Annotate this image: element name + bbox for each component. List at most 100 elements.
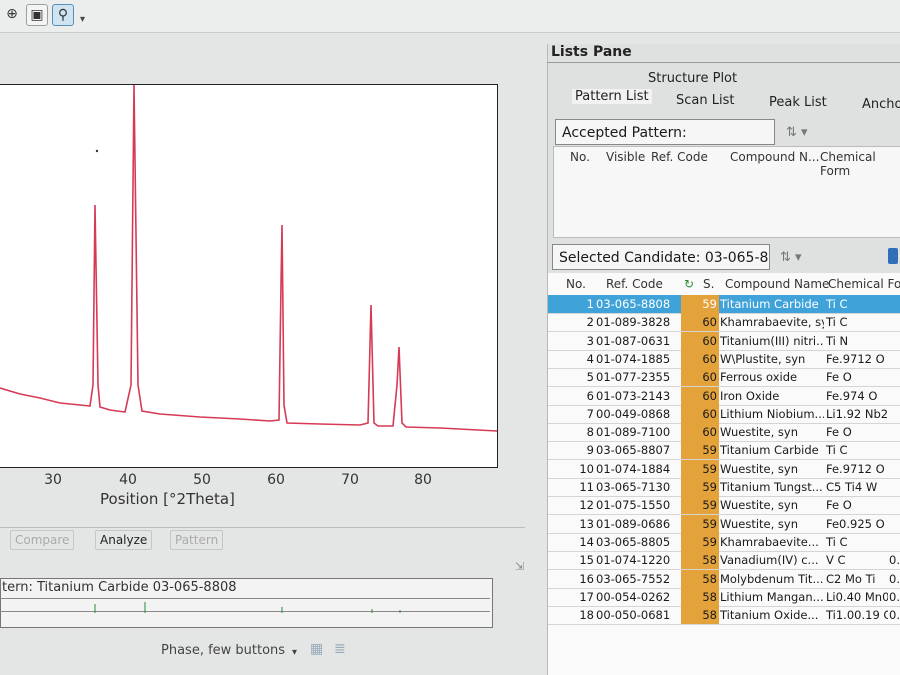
cell-no: 3 xyxy=(586,333,594,348)
diffraction-plot xyxy=(0,84,498,468)
cell-compound-name: Wuestite, syn xyxy=(720,498,799,513)
table-row[interactable]: 2 01-089-3828 60 Khamrabaevite, sy Ti C xyxy=(548,313,900,333)
list-icon[interactable]: ≣ xyxy=(334,641,346,657)
table-row[interactable]: 15 01-074-1220 58 Vanadium(IV) c... V C 0. xyxy=(548,551,900,571)
tab-structure-plot[interactable]: Structure Plot xyxy=(648,71,737,86)
cell-no: 15 xyxy=(579,553,594,568)
cell-score: 59 xyxy=(681,532,719,551)
col-chemical-formula[interactable]: Chemical Form xyxy=(820,150,900,178)
col-visible[interactable]: Visible xyxy=(606,150,645,164)
cell-chemical-formula: Ti1.00.19 C... xyxy=(826,608,888,623)
zoom-icon[interactable]: ⚲ xyxy=(52,4,74,26)
cell-no: 8 xyxy=(586,425,594,440)
chevron-down-icon[interactable]: ▾ xyxy=(80,14,85,25)
col-no[interactable]: No. xyxy=(570,150,590,164)
sort-icon[interactable]: ⇅ ▾ xyxy=(780,250,802,265)
cell-chemical-formula: Fe.9712 O xyxy=(826,461,885,476)
cell-chemical-formula: C5 Ti4 W xyxy=(826,480,878,494)
cell-compound-name: Lithium Mangan... xyxy=(720,589,824,604)
cell-compound-name: Vanadium(IV) c... xyxy=(720,553,819,568)
cell-compound-name: Titanium Carbide xyxy=(720,443,819,458)
cell-score: 59 xyxy=(681,295,719,313)
cell-no: 7 xyxy=(586,406,594,421)
table-row[interactable]: 11 03-065-7130 59 Titanium Tungst... C5 Ti4 … xyxy=(548,478,900,497)
cell-score: 59 xyxy=(681,441,719,460)
pattern-sticks xyxy=(94,602,401,613)
grid-icon[interactable]: ▦ xyxy=(310,641,323,657)
cell-chemical-formula: Li0.40 Mn0... xyxy=(826,589,888,604)
tab-pattern[interactable]: Pattern xyxy=(170,530,224,550)
table-row[interactable]: 9 03-065-8807 59 Titanium Carbide Ti C xyxy=(548,441,900,461)
cell-ref-code: 01-087-0631 xyxy=(596,333,671,348)
table-row[interactable]: 5 01-077-2355 60 Ferrous oxide Fe O xyxy=(548,368,900,388)
table-row[interactable]: 7 00-049-0868 60 Lithium Niobium... Li1.92 N… xyxy=(548,404,900,424)
pattern-label: tern: Titanium Carbide 03-065-8808 xyxy=(2,580,237,595)
cell-chemical-formula: Ti N xyxy=(826,333,849,348)
cell-chemical-formula: C2 Mo Ti xyxy=(826,571,876,586)
cell-ref-code: 01-074-1885 xyxy=(596,351,671,366)
window-icon[interactable]: ▣ xyxy=(26,4,48,26)
col-ref-code[interactable]: Ref. Code xyxy=(606,277,663,291)
table-row[interactable]: 14 03-065-8805 59 Khamrabaevite... Ti C xyxy=(548,532,900,552)
tab-analyze[interactable]: Analyze xyxy=(95,530,153,550)
cell-compound-name: Khamrabaevite... xyxy=(720,534,819,549)
table-row[interactable]: 3 01-087-0631 60 Titanium(III) nitri... Ti N xyxy=(548,331,900,351)
phase-buttons-label[interactable]: Phase, few buttons xyxy=(161,643,285,658)
cell-ref-code: 00-050-0681 xyxy=(596,608,671,623)
cell-no: 14 xyxy=(579,534,594,549)
tab-peak-list[interactable]: Peak List xyxy=(769,95,827,110)
col-compound[interactable]: Compound N... xyxy=(730,150,819,164)
cell-compound-name: Titanium Oxide... xyxy=(720,608,819,623)
selected-candidate-header: Selected Candidate: 03-065-880 xyxy=(552,244,770,270)
cell-extra xyxy=(889,423,900,441)
table-row[interactable]: 4 01-074-1885 60 W\Plustite, syn Fe.9712 O xyxy=(548,349,900,369)
cell-extra xyxy=(889,313,900,331)
table-row[interactable]: 18 00-050-0681 58 Titanium Oxide... Ti1.00.1… xyxy=(548,606,900,626)
col-chemical-formula[interactable]: Chemical Fo. xyxy=(828,277,900,291)
table-row[interactable]: 6 01-073-2143 60 Iron Oxide Fe.974 O xyxy=(548,386,900,406)
cell-extra xyxy=(889,368,900,386)
col-compound-name[interactable]: Compound Name xyxy=(725,277,829,291)
cell-extra xyxy=(889,515,900,533)
tab-scan-list[interactable]: Scan List xyxy=(676,93,734,108)
table-row[interactable]: 16 03-065-7552 58 Molybdenum Tit... C2 Mo Ti… xyxy=(548,569,900,589)
tab-pattern-list[interactable]: Pattern List xyxy=(572,89,652,104)
tab-compare[interactable]: Compare xyxy=(10,530,75,550)
cell-score: 59 xyxy=(681,496,719,515)
cell-score: 59 xyxy=(681,459,719,478)
x-axis-label: Position [°2Theta] xyxy=(100,490,235,508)
cell-score: 60 xyxy=(681,368,719,387)
table-row[interactable]: 1 03-065-8808 59 Titanium Carbide Ti C xyxy=(548,295,900,314)
cell-no: 18 xyxy=(579,608,594,623)
sort-icon[interactable]: ⇅ ▾ xyxy=(786,125,808,140)
table-row[interactable]: 13 01-089-0686 59 Wuestite, syn Fe0.925 O xyxy=(548,514,900,534)
x-tick-80: 80 xyxy=(414,472,432,488)
cell-score: 58 xyxy=(681,587,719,606)
crosshair-icon[interactable]: ⊕ xyxy=(2,4,22,24)
col-score[interactable]: S. xyxy=(703,277,714,291)
cell-extra: 0.0 xyxy=(889,589,900,604)
cell-chemical-formula: Li1.92 Nb2... xyxy=(826,406,888,421)
cell-extra: 0. xyxy=(889,571,900,586)
cell-ref-code: 01-089-0686 xyxy=(596,516,671,531)
cell-score: 59 xyxy=(681,478,719,496)
chevron-down-icon[interactable]: ▾ xyxy=(292,647,297,658)
table-row[interactable]: 12 01-075-1550 59 Wuestite, syn Fe O xyxy=(548,496,900,516)
table-row[interactable]: 10 01-074-1884 59 Wuestite, syn Fe.9712 O xyxy=(548,459,900,479)
bookmark-icon[interactable] xyxy=(888,248,898,264)
refresh-icon[interactable]: ↻ xyxy=(684,277,694,291)
cell-extra xyxy=(889,496,900,514)
table-row[interactable]: 17 00-054-0262 58 Lithium Mangan... Li0.40 M… xyxy=(548,587,900,607)
cell-ref-code: 03-065-8808 xyxy=(596,297,671,311)
col-ref-code[interactable]: Ref. Code xyxy=(651,150,708,164)
cell-no: 1 xyxy=(586,297,594,311)
col-no[interactable]: No. xyxy=(566,277,586,291)
cell-chemical-formula: Ti C xyxy=(826,315,848,330)
cell-no: 5 xyxy=(586,370,594,385)
table-row[interactable]: 8 01-089-7100 60 Wuestite, syn Fe O xyxy=(548,423,900,443)
tab-anchor[interactable]: Ancho xyxy=(862,97,900,112)
cell-extra: 0. xyxy=(889,553,900,568)
cell-chemical-formula: Fe O xyxy=(826,425,852,440)
scroll-arrow-icon[interactable]: ⇲ xyxy=(515,560,524,573)
cell-chemical-formula: Fe.9712 O xyxy=(826,351,885,366)
